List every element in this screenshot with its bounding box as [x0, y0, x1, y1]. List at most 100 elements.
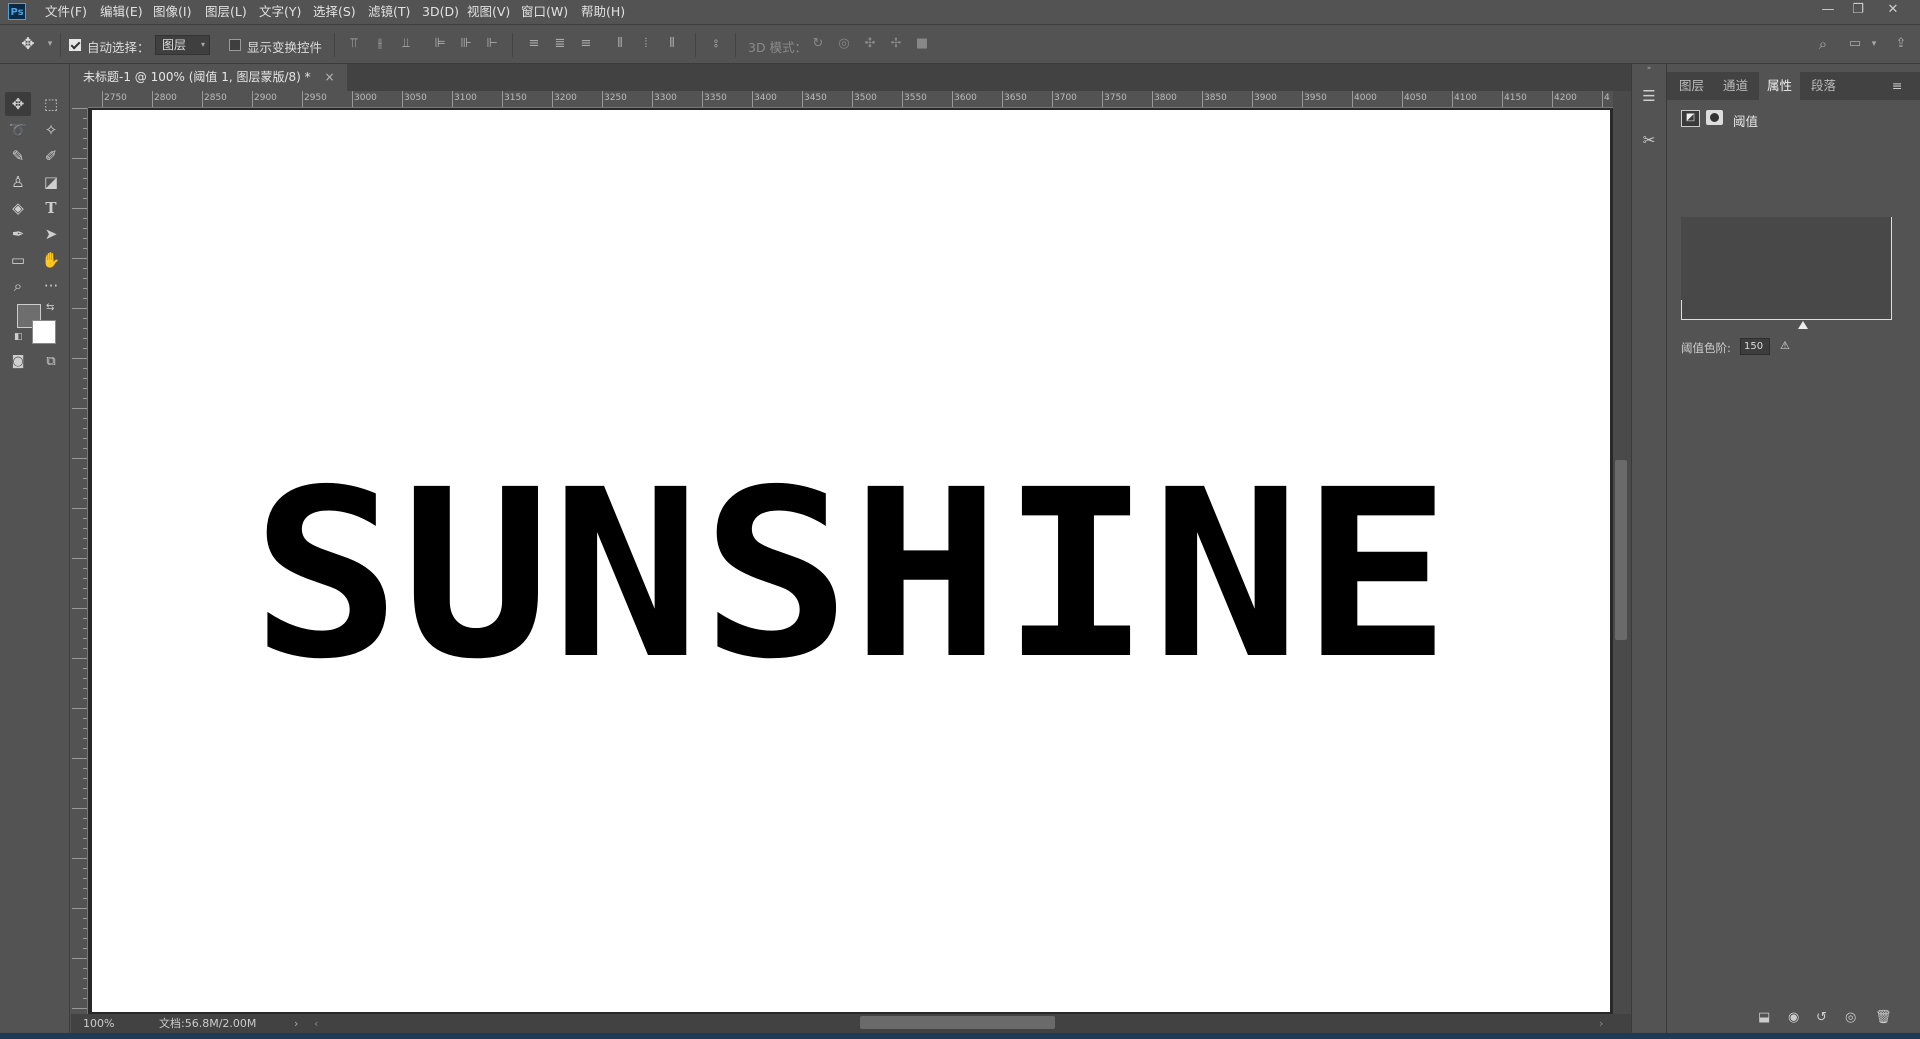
threshold-value-input[interactable]: 150 — [1740, 338, 1770, 355]
magic-wand-icon[interactable]: ✧ — [38, 118, 64, 142]
menu-select[interactable]: 选择(S) — [313, 0, 356, 24]
hand-icon[interactable]: ✋ — [38, 248, 64, 272]
lasso-icon[interactable]: ➰ — [5, 118, 31, 142]
path-select-icon[interactable]: ➤ — [38, 222, 64, 246]
auto-align-icon[interactable]: ⦂ — [708, 36, 724, 52]
share-icon[interactable]: ⇪ — [1893, 36, 1909, 52]
menu-filter[interactable]: 滤镜(T) — [368, 0, 410, 24]
threshold-adjustment-icon[interactable]: ◩ — [1681, 110, 1700, 127]
ruler-label: 3700 — [1054, 93, 1077, 103]
move-tool-preset-icon[interactable]: ✥ — [20, 36, 36, 52]
quick-mask-icon[interactable]: ◙ — [5, 350, 31, 374]
screen-mode-icon[interactable]: ⧉ — [38, 350, 64, 374]
align-bottom-icon[interactable]: ⫫ — [398, 36, 414, 52]
align-vcenter-icon[interactable]: ⫲ — [372, 36, 388, 52]
distribute-hcenter-icon[interactable]: ⦙ — [638, 36, 654, 52]
distribute-vcenter-icon[interactable]: ≣ — [552, 36, 568, 52]
scroll-left-icon[interactable]: ‹ — [314, 1014, 318, 1033]
ruler-label: 3100 — [454, 93, 477, 103]
document-canvas[interactable]: SUNSHINE — [92, 110, 1610, 1012]
rectangle-icon[interactable]: ▭ — [5, 248, 31, 272]
align-right-icon[interactable]: ⊩ — [484, 36, 500, 52]
histogram-warning-icon[interactable]: ⚠ — [1780, 339, 1790, 352]
pen-icon[interactable]: ✒ — [5, 222, 31, 246]
marquee-icon[interactable]: ⬚ — [38, 92, 64, 116]
collapse-icon[interactable]: » — [1632, 64, 1666, 72]
tab-properties[interactable]: 属性 — [1759, 72, 1801, 100]
eyedropper-icon[interactable]: ✎ — [5, 144, 31, 168]
menu-type[interactable]: 文字(Y) — [259, 0, 301, 24]
panel-menu-icon[interactable]: ≡ — [1892, 72, 1902, 100]
horizontal-ruler[interactable]: 2750 2800 2850 2900 2950 3000 3050 3100 3150 3200… — [88, 91, 1613, 108]
clip-to-layer-icon[interactable]: ⬓ — [1758, 1010, 1770, 1025]
ruler-origin[interactable] — [71, 91, 88, 108]
reset-icon[interactable]: ↺ — [1816, 1010, 1827, 1025]
tab-layers[interactable]: 图层 — [1671, 72, 1712, 100]
slide-3d-icon[interactable]: ✢ — [888, 36, 904, 52]
threshold-slider-handle[interactable] — [1798, 321, 1808, 329]
ruler-label: 3200 — [554, 93, 577, 103]
chevron-down-icon[interactable]: ▾ — [1866, 36, 1882, 52]
transform-controls-checkbox[interactable] — [229, 39, 241, 51]
ruler-label: 3050 — [404, 93, 427, 103]
document-tab[interactable]: 未标题-1 @ 100% (阈值 1, 图层蒙版/8) * × — [71, 64, 347, 91]
menu-window[interactable]: 窗口(W) — [521, 0, 568, 24]
menu-layer[interactable]: 图层(L) — [205, 0, 247, 24]
ruler-tick — [702, 91, 703, 107]
align-top-icon[interactable]: ⫪ — [346, 36, 362, 52]
vertical-ruler[interactable] — [71, 108, 88, 1014]
chevron-down-icon[interactable]: ▾ — [42, 36, 58, 52]
eraser-icon[interactable]: ◪ — [38, 170, 64, 194]
distribute-bottom-icon[interactable]: ≡ — [578, 36, 594, 52]
workspace-icon[interactable]: ▭ — [1847, 36, 1863, 52]
menu-view[interactable]: 视图(V) — [467, 0, 510, 24]
menu-image[interactable]: 图像(I) — [153, 0, 191, 24]
search-icon[interactable]: ⌕ — [1815, 36, 1831, 52]
close-tab-icon[interactable]: × — [324, 70, 334, 84]
tools-preset-icon[interactable]: ✂ — [1636, 128, 1662, 152]
orbit-3d-icon[interactable]: ↻ — [810, 36, 826, 52]
scroll-right-icon[interactable]: › — [1599, 1014, 1603, 1033]
tab-paragraph[interactable]: 段落 — [1803, 72, 1844, 100]
minimize-icon[interactable]: — — [1813, 0, 1843, 22]
drag-3d-icon[interactable]: ✣ — [862, 36, 878, 52]
distribute-left-icon[interactable]: ⦀ — [612, 36, 628, 52]
distribute-top-icon[interactable]: ≡ — [526, 36, 542, 52]
zoom-level[interactable]: 100% — [83, 1014, 114, 1033]
close-window-icon[interactable]: ✕ — [1878, 0, 1908, 22]
tab-channels[interactable]: 通道 — [1715, 72, 1756, 100]
menu-edit[interactable]: 编辑(E) — [100, 0, 143, 24]
more-icon[interactable]: ··· — [38, 274, 64, 298]
type-icon[interactable]: T — [38, 196, 64, 220]
default-colors-icon[interactable]: ◧ — [14, 332, 23, 342]
align-left-icon[interactable]: ⊫ — [432, 36, 448, 52]
menu-3d[interactable]: 3D(D) — [422, 0, 459, 24]
auto-select-target-select[interactable]: 图层 ▾ — [155, 35, 210, 55]
swap-colors-icon[interactable]: ⇆ — [46, 302, 54, 313]
properties-panel-icon[interactable]: ☰ — [1636, 84, 1662, 108]
delete-icon[interactable]: 🗑 — [1875, 1010, 1892, 1025]
ruler-tick — [402, 91, 403, 107]
menu-file[interactable]: 文件(F) — [45, 0, 87, 24]
ruler-tick — [1052, 91, 1053, 107]
roll-3d-icon[interactable]: ◎ — [836, 36, 852, 52]
menu-help[interactable]: 帮助(H) — [581, 0, 625, 24]
move-icon[interactable]: ✥ — [5, 92, 31, 116]
zoom-icon[interactable]: ⌕ — [5, 274, 31, 298]
layer-mask-icon[interactable] — [1706, 110, 1723, 125]
distribute-right-icon[interactable]: ⦀ — [664, 36, 680, 52]
view-previous-icon[interactable]: ◉ — [1788, 1010, 1799, 1025]
clone-stamp-icon[interactable]: ♙ — [5, 170, 31, 194]
paint-bucket-icon[interactable]: ◈ — [5, 196, 31, 220]
brush-icon[interactable]: ✐ — [38, 144, 64, 168]
background-color-swatch[interactable] — [32, 320, 56, 344]
horizontal-scroll-thumb[interactable] — [860, 1016, 1055, 1029]
visibility-icon[interactable]: ◎ — [1845, 1010, 1856, 1025]
restore-icon[interactable]: ❐ — [1843, 0, 1873, 22]
scale-3d-icon[interactable]: ■ — [914, 36, 930, 52]
ruler-label: 3850 — [1204, 93, 1227, 103]
status-menu-icon[interactable]: › — [294, 1014, 298, 1033]
auto-select-checkbox[interactable] — [69, 39, 81, 51]
vertical-scroll-thumb[interactable] — [1615, 460, 1627, 640]
align-hcenter-icon[interactable]: ⊪ — [458, 36, 474, 52]
